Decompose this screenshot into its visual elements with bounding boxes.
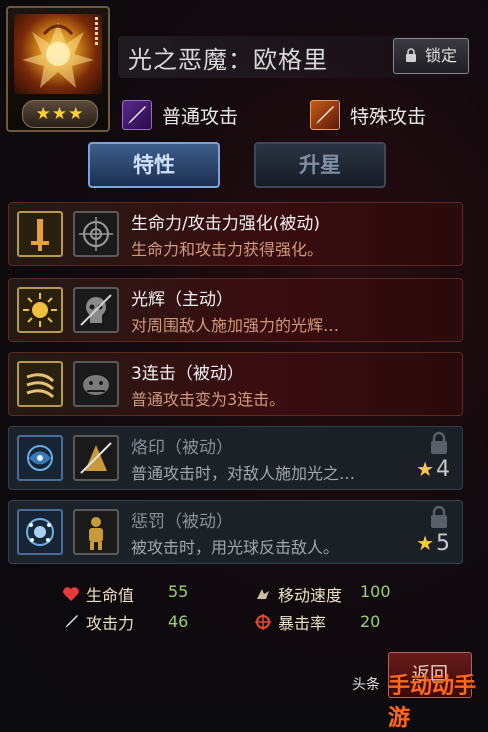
lock-icon <box>405 46 425 65</box>
stat-crit-rate: 暴击率 <box>254 610 326 634</box>
attack-value-text: 46 <box>168 612 189 631</box>
skill-desc: 普通攻击时，对敌人施加光之… <box>131 464 356 483</box>
skill-desc: 对周围敌人施加强力的光辉… <box>131 316 340 335</box>
skull-icon <box>73 287 119 333</box>
attack-value: 46 <box>168 612 188 631</box>
sword-upgrade-icon <box>17 211 63 257</box>
hero-avatar <box>14 14 102 94</box>
skill-name: 生命力/攻击力强化(被动) <box>131 214 320 234</box>
brand-mark-icon <box>17 435 63 481</box>
star-requirement: ★4 <box>416 457 450 482</box>
skill-desc: 生命力和攻击力获得强化。 <box>131 240 324 259</box>
hero-star-rating: ★★★ <box>22 100 98 128</box>
padlock-icon <box>428 431 450 455</box>
stat-hp: 生命值 <box>62 582 134 606</box>
special-attack: 特殊攻击 <box>310 98 426 132</box>
watermark-brand: 手动动手游 <box>388 674 477 731</box>
hp-label: 生命值 <box>86 586 135 605</box>
move-speed-value: 100 <box>360 582 391 601</box>
target-icon <box>73 211 119 257</box>
skill-desc: 被攻击时，用光球反击敌人。 <box>131 538 340 557</box>
attack-label: 攻击力 <box>86 614 135 633</box>
required-stars: 4 <box>436 457 450 482</box>
move-speed-label: 移动速度 <box>278 586 343 605</box>
skill-row-locked[interactable]: 烙印（被动） 普通攻击时，对敌人施加光之… ★4 <box>8 426 463 490</box>
hero-detail-panel: ★★★ 光之恶魔：欧格里 锁定 普通攻击 特殊攻击 特性 升星 生命力/攻击力强… <box>0 0 488 731</box>
normal-attack-label: 普通攻击 <box>162 105 239 128</box>
normal-attack: 普通攻击 <box>122 98 238 132</box>
sword-icon <box>122 100 152 130</box>
crit-rate-value-text: 20 <box>360 612 381 631</box>
skill-row[interactable]: 生命力/攻击力强化(被动) 生命力和攻击力获得强化。 <box>8 202 463 266</box>
strike-icon <box>73 435 119 481</box>
crit-rate-value: 20 <box>360 612 380 631</box>
skill-name: 烙印（被动） <box>131 438 233 458</box>
skill-row[interactable]: 光辉（主动） 对周围敌人施加强力的光辉… <box>8 278 463 342</box>
tab-traits[interactable]: 特性 <box>88 142 220 188</box>
move-speed-value-text: 100 <box>360 582 391 601</box>
skill-desc: 普通攻击变为3连击。 <box>131 390 286 409</box>
beast-icon <box>73 361 119 407</box>
lock-label: 锁定 <box>425 46 458 65</box>
tab-star-up[interactable]: 升星 <box>254 142 386 188</box>
skill-name: 光辉（主动） <box>131 290 233 310</box>
hero-portrait[interactable]: ★★★ <box>6 6 110 132</box>
hp-value-text: 55 <box>168 582 189 601</box>
light-orb-icon <box>17 509 63 555</box>
crosshair-icon <box>254 613 272 631</box>
watermark-prefix: 头条 <box>352 677 380 693</box>
crit-rate-label: 暴击率 <box>278 614 327 633</box>
padlock-icon <box>428 505 450 529</box>
combo-slash-icon <box>17 361 63 407</box>
skill-name: 惩罚（被动） <box>131 512 233 532</box>
warrior-icon <box>73 509 119 555</box>
star-icon: ★ <box>416 457 434 481</box>
required-stars: 5 <box>436 531 450 556</box>
stat-attack: 攻击力 <box>62 610 134 634</box>
wing-boot-icon <box>254 585 272 603</box>
skill-row[interactable]: 3连击（被动） 普通攻击变为3连击。 <box>8 352 463 416</box>
skill-name: 3连击（被动） <box>131 364 244 384</box>
hp-value: 55 <box>168 582 188 601</box>
special-attack-icon <box>310 100 340 130</box>
sword-icon <box>62 613 80 631</box>
menu-grid-icon[interactable] <box>94 16 102 45</box>
special-attack-label: 特殊攻击 <box>350 105 427 128</box>
skill-row-locked[interactable]: 惩罚（被动） 被攻击时，用光球反击敌人。 ★5 <box>8 500 463 564</box>
lock-button[interactable]: 锁定 <box>393 38 469 74</box>
heart-icon <box>62 585 80 603</box>
star-icon: ★ <box>416 531 434 555</box>
stat-move-speed: 移动速度 <box>254 582 342 606</box>
star-requirement: ★5 <box>416 531 450 556</box>
sun-icon <box>17 287 63 333</box>
hero-name: 光之恶魔：欧格里 <box>128 46 328 74</box>
